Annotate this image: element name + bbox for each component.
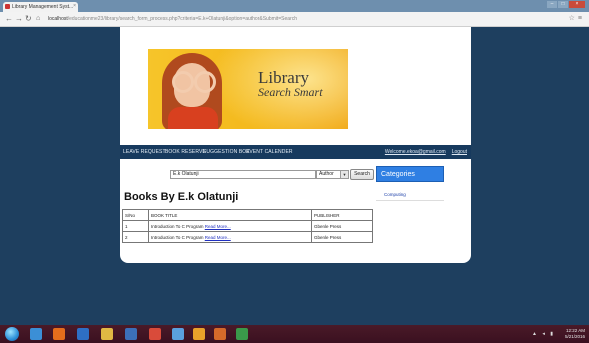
- nav-suggestion-box[interactable]: SUGGESTION BOX: [203, 149, 250, 155]
- forward-icon[interactable]: →: [15, 14, 23, 24]
- paint-icon[interactable]: [193, 328, 205, 340]
- banner-person-body: [168, 107, 218, 129]
- banner-hand-right: [194, 71, 216, 93]
- browser-toolbar: ← → ↻ ⌂ localhost/educationme23/library/…: [0, 12, 589, 27]
- library-banner: Library Search Smart: [148, 49, 348, 129]
- table-row: 1 Introduction To C Program Read More...…: [122, 220, 373, 232]
- favicon-icon: [5, 4, 10, 9]
- search-option-value: Author: [319, 171, 334, 177]
- column-header-sno: S/No: [122, 209, 149, 221]
- cell-publisher: Gbenle Press: [311, 220, 373, 232]
- terminal-icon[interactable]: [236, 328, 248, 340]
- home-icon[interactable]: ⌂: [36, 14, 40, 24]
- url-path: /educationme23/library/search_form_proce…: [67, 16, 298, 22]
- nav-book-reserve[interactable]: BOOK RESERVE: [165, 149, 206, 155]
- nav-leave-request[interactable]: LEAVE REQUEST: [123, 149, 166, 155]
- column-header-title: BOOK TITLE: [148, 209, 312, 221]
- toolbar-right-icons[interactable]: ☆≡: [569, 14, 585, 22]
- category-item-computing[interactable]: Computing: [384, 192, 406, 197]
- categories-divider: [376, 200, 444, 201]
- cell-sno: 1: [122, 220, 149, 232]
- chevron-down-icon: ▼: [340, 171, 348, 178]
- nav-event-calender[interactable]: EVENT CALENDER: [246, 149, 293, 155]
- reload-icon[interactable]: ↻: [25, 14, 32, 24]
- library-logo: Library Search Smart: [258, 69, 323, 98]
- browser-tabstrip: Library Management Syst... × – □ ×: [0, 0, 589, 12]
- main-navbar: LEAVE REQUEST BOOK RESERVE SUGGESTION BO…: [120, 145, 471, 159]
- media-icon[interactable]: [53, 328, 65, 340]
- search-option-select[interactable]: Author ▼: [316, 170, 349, 179]
- logo-line2: Search Smart: [258, 85, 323, 99]
- results-heading: Books By E.k Olatunji: [124, 191, 239, 203]
- url-host: localhost: [48, 16, 68, 22]
- read-more-link[interactable]: Read More...: [205, 235, 231, 240]
- cell-sno: 2: [122, 231, 149, 243]
- logout-link[interactable]: Logout: [452, 149, 467, 155]
- maximize-button[interactable]: □: [558, 1, 568, 8]
- browser-tab[interactable]: Library Management Syst... ×: [3, 2, 78, 12]
- books-table: S/No BOOK TITLE PUBLISHER 1 Introduction…: [122, 209, 373, 243]
- page-container: Library Search Smart LEAVE REQUEST BOOK …: [120, 27, 471, 263]
- column-header-publisher: PUBLISHER: [311, 209, 373, 221]
- folder-icon[interactable]: [101, 328, 113, 340]
- system-clock[interactable]: 12:22 AM 5/21/2016: [565, 328, 585, 339]
- cell-title: Introduction To C Program Read More...: [148, 231, 312, 243]
- search-input[interactable]: E.k Olatunji: [170, 170, 316, 179]
- banner-hand-left: [172, 71, 194, 93]
- tab-title: Library Management Syst...: [12, 4, 74, 10]
- cell-title: Introduction To C Program Read More...: [148, 220, 312, 232]
- close-window-button[interactable]: ×: [569, 1, 585, 8]
- nav-user-area: Welcome.ekoa@gmail.com Logout: [379, 149, 467, 155]
- table-header-row: S/No BOOK TITLE PUBLISHER: [122, 209, 373, 221]
- app-icon[interactable]: [125, 328, 137, 340]
- ie-icon[interactable]: [30, 328, 42, 340]
- windows-taskbar: ▲ ◂ ▮ 12:22 AM 5/21/2016: [0, 325, 589, 343]
- clock-date: 5/21/2016: [564, 333, 585, 339]
- logo-line1: Library: [258, 68, 309, 87]
- browser-icon[interactable]: [77, 328, 89, 340]
- tab-close-icon[interactable]: ×: [73, 3, 76, 9]
- book-title: Introduction To C Program: [151, 234, 204, 240]
- clock-time: 12:22 AM: [565, 328, 585, 333]
- read-more-link[interactable]: Read More...: [205, 224, 231, 229]
- tray-icons[interactable]: ▲ ◂ ▮: [532, 331, 555, 337]
- address-bar[interactable]: localhost/educationme23/library/search_f…: [48, 15, 553, 23]
- cell-publisher: Gbenle Press: [311, 231, 373, 243]
- minimize-button[interactable]: –: [547, 1, 557, 8]
- back-icon[interactable]: ←: [5, 14, 13, 24]
- search-button[interactable]: Search: [350, 169, 374, 180]
- chrome-icon[interactable]: [149, 328, 161, 340]
- start-button[interactable]: [5, 327, 19, 341]
- welcome-link[interactable]: Welcome.ekoa@gmail.com: [385, 149, 446, 155]
- table-row: 2 Introduction To C Program Read More...…: [122, 231, 373, 243]
- explorer-icon[interactable]: [172, 328, 184, 340]
- xampp-icon[interactable]: [214, 328, 226, 340]
- window-controls: – □ ×: [547, 1, 585, 8]
- categories-header: Categories: [376, 166, 444, 182]
- book-title: Introduction To C Program: [151, 223, 204, 229]
